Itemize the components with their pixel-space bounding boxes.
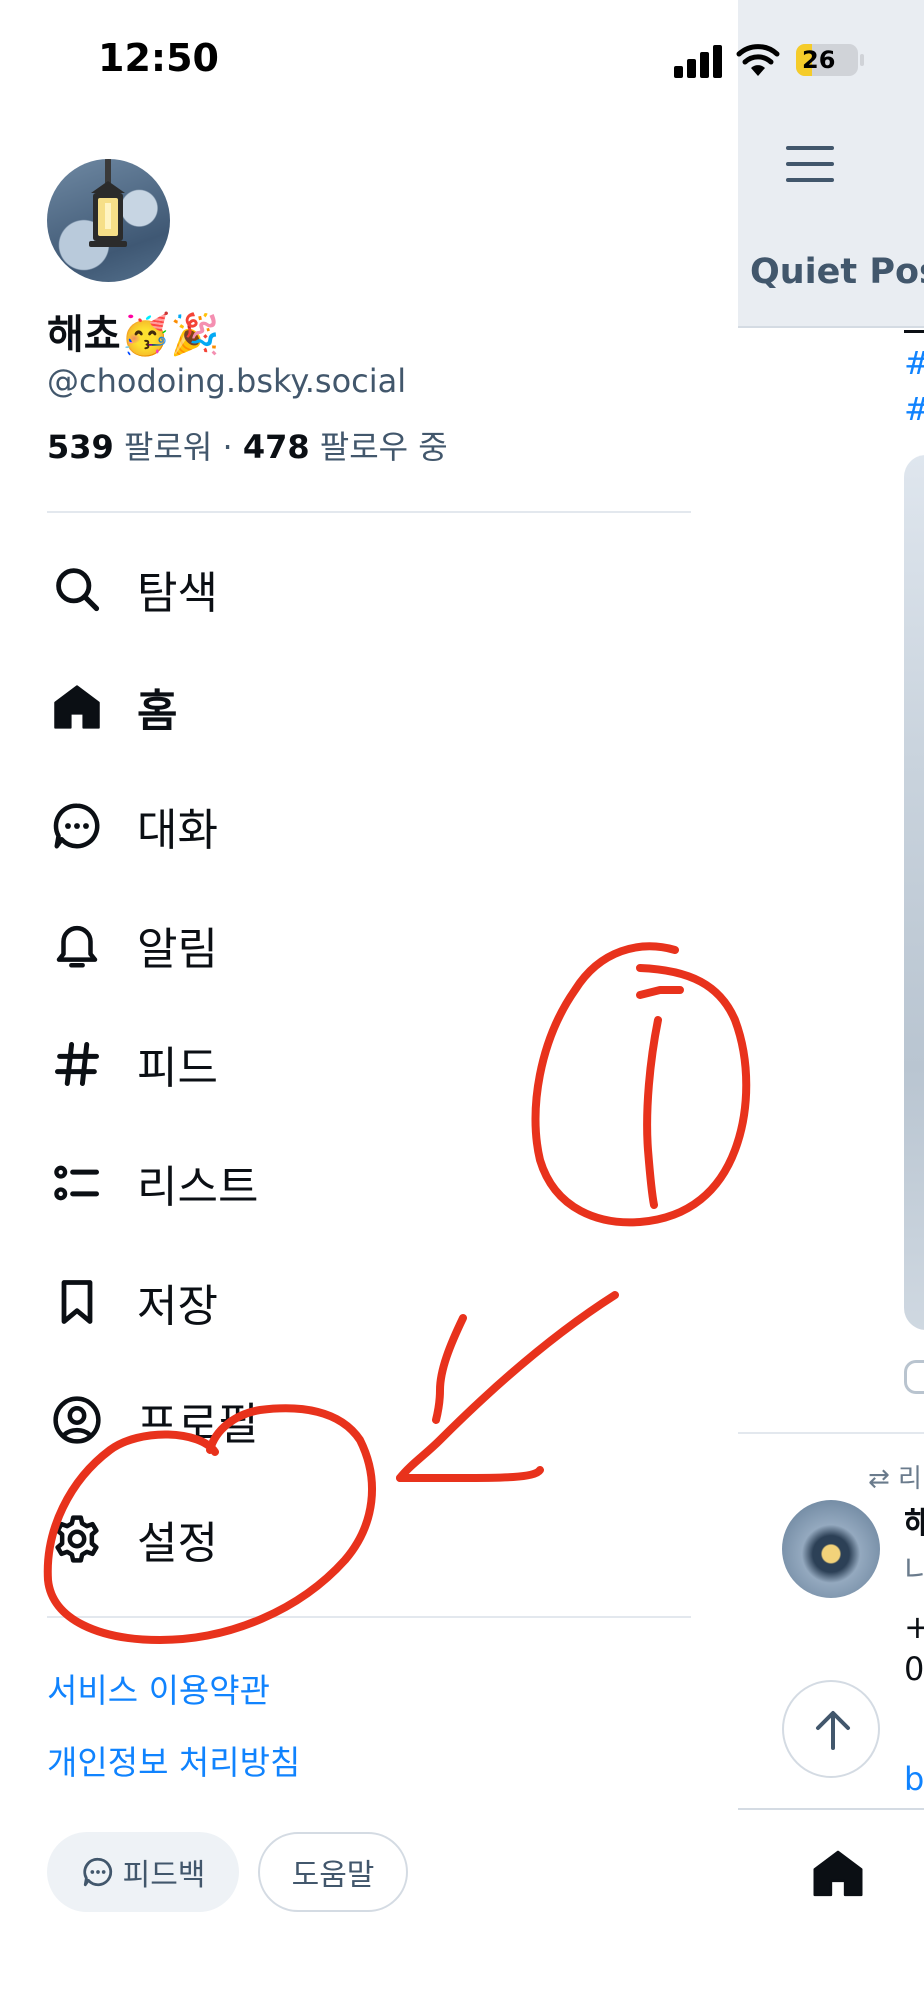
battery-icon: 26: [796, 44, 858, 76]
nav-label: 피드: [137, 1043, 218, 1094]
hash-icon: [47, 1034, 107, 1094]
follow-stats[interactable]: 539 팔로워 · 478 팔로우 중: [47, 422, 448, 468]
nav-item-profile[interactable]: 프로필: [47, 1375, 647, 1465]
help-button[interactable]: 도움말: [258, 1832, 408, 1912]
list-icon: [47, 1153, 107, 1213]
feed-title: Quiet Post: [750, 252, 924, 292]
display-name: 해쵸🥳🎉: [47, 312, 221, 358]
post-text: 0: [904, 1650, 924, 1688]
post-author-handle: 니: [904, 1554, 924, 1589]
divider: [738, 1432, 924, 1434]
feedback-button[interactable]: 피드백: [47, 1832, 239, 1912]
navigation-drawer: 12:50 26 해쵸🥳🎉 @chodoing.bsky.social 539: [0, 0, 864, 2000]
following-count: 478: [242, 428, 310, 466]
post-author-name[interactable]: 해: [904, 1498, 924, 1544]
home-tab-icon[interactable]: [810, 1846, 866, 1902]
nav-item-settings[interactable]: 설정: [47, 1494, 647, 1584]
nav-label: 홈: [137, 686, 178, 737]
nav-label: 알림: [137, 924, 218, 975]
nav-label: 프로필: [137, 1399, 259, 1450]
followers-label: 팔로워: [123, 428, 213, 466]
nav-label: 탐색: [137, 568, 218, 619]
feed-peek-panel[interactable]: Quiet Post # # ⇄ 리 해 니 + 0 b: [738, 0, 924, 2000]
search-icon: [47, 559, 107, 619]
nav-item-chat[interactable]: 대화: [47, 781, 647, 871]
wifi-icon: [736, 44, 780, 76]
profile-handle: @chodoing.bsky.social: [47, 362, 407, 400]
bell-icon: [47, 915, 107, 975]
nav-label: 리스트: [137, 1162, 259, 1213]
lantern-avatar-image: [89, 159, 127, 247]
profile-icon: [47, 1390, 107, 1450]
post-avatar[interactable]: [782, 1500, 880, 1598]
post-link[interactable]: b: [904, 1760, 924, 1798]
signal-icon: [674, 44, 724, 78]
divider: [47, 511, 691, 513]
chat-icon: [47, 796, 107, 856]
gear-icon: [47, 1509, 107, 1569]
nav-label: 대화: [137, 805, 218, 856]
repost-label: ⇄ 리: [868, 1464, 922, 1494]
battery-level: 26: [802, 46, 836, 74]
feedback-label: 피드백: [122, 1858, 206, 1893]
hashtag-link[interactable]: #: [904, 390, 924, 428]
nav-label: 설정: [137, 1518, 218, 1569]
help-label: 도움말: [291, 1858, 375, 1893]
nav-item-notifications[interactable]: 알림: [47, 900, 647, 990]
home-icon: [47, 677, 107, 737]
nav-item-search[interactable]: 탐색: [47, 544, 647, 634]
status-time: 12:50: [98, 36, 219, 80]
divider: [47, 1616, 691, 1618]
chat-icon: [82, 1857, 112, 1887]
hashtag-link[interactable]: #: [904, 344, 924, 382]
bottom-tab-bar: [738, 1808, 924, 2000]
nav-item-home[interactable]: 홈: [47, 662, 647, 752]
bookmark-icon: [47, 1272, 107, 1332]
arrow-up-icon: [816, 1711, 850, 1750]
stats-separator: ·: [222, 428, 233, 466]
post-dash: [904, 330, 924, 333]
reply-icon[interactable]: [904, 1360, 924, 1394]
post-image[interactable]: [904, 455, 924, 1330]
scroll-to-top-button[interactable]: [782, 1680, 880, 1778]
nav-label: 저장: [137, 1281, 218, 1332]
nav-item-feeds[interactable]: 피드: [47, 1019, 647, 1109]
followers-count: 539: [47, 428, 114, 466]
privacy-policy-link[interactable]: 개인정보 처리방침: [47, 1736, 300, 1784]
menu-icon[interactable]: [786, 144, 836, 184]
battery-tip: [860, 54, 864, 66]
nav-item-lists[interactable]: 리스트: [47, 1138, 647, 1228]
nav-item-saved[interactable]: 저장: [47, 1257, 647, 1347]
post-text: +: [904, 1608, 924, 1646]
avatar[interactable]: [47, 159, 170, 282]
following-label: 팔로우 중: [319, 428, 448, 466]
terms-of-service-link[interactable]: 서비스 이용약관: [47, 1664, 270, 1712]
